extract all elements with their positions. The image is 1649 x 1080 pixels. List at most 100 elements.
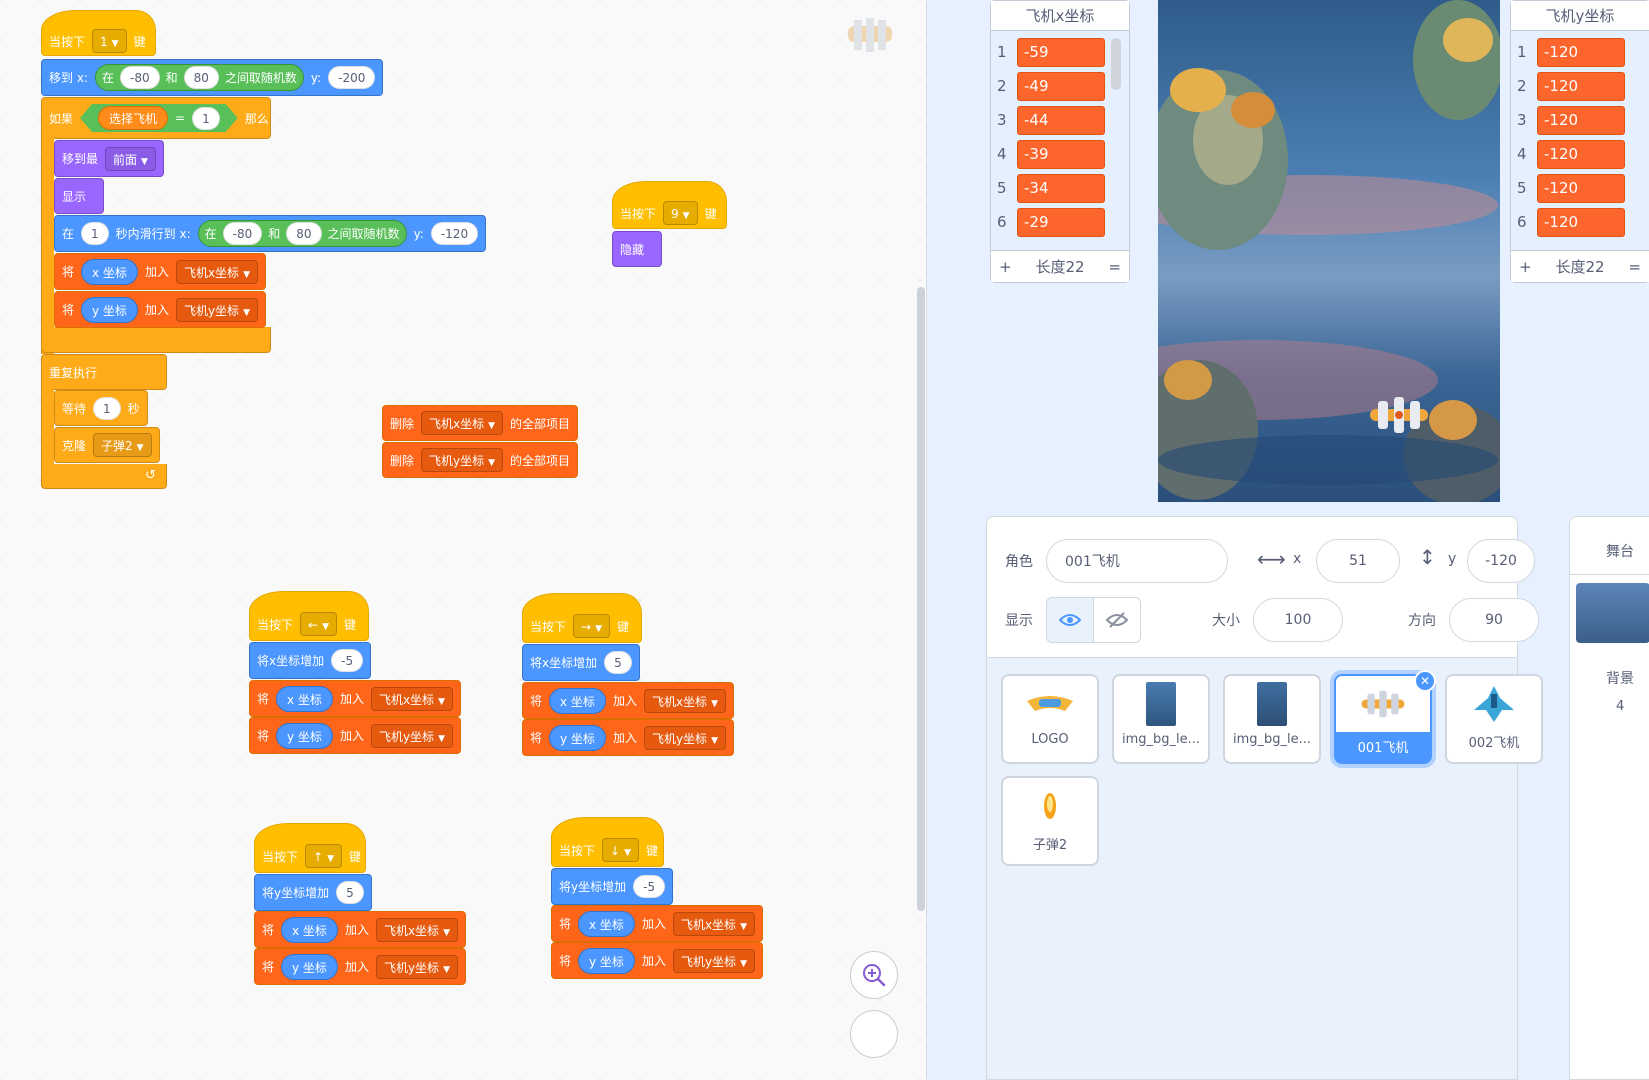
y-input[interactable]: -120 <box>1467 539 1535 583</box>
y-position-reporter[interactable]: y 坐标 <box>578 947 635 974</box>
add-to-list-block[interactable]: 将 y 坐标 加入 飞机y坐标 ▼ <box>522 719 734 756</box>
stage-canvas[interactable] <box>1158 0 1500 502</box>
list-dropdown[interactable]: 飞机y坐标 ▼ <box>370 723 453 748</box>
sprite-tile-plane-002[interactable]: 002飞机 <box>1445 674 1543 764</box>
row-value[interactable]: -49 <box>1017 71 1105 101</box>
stage-selector-panel[interactable]: 舞台 背景 4 <box>1569 516 1649 1080</box>
random-max-input[interactable]: 80 <box>183 66 219 89</box>
list-dropdown[interactable]: 飞机x坐标 ▼ <box>370 686 453 711</box>
sprite-name-input[interactable]: 001飞机 <box>1046 539 1228 583</box>
show-block[interactable]: 显示 <box>54 178 104 214</box>
list-dropdown[interactable]: 飞机y坐标 ▼ <box>421 448 504 472</box>
zoom-out-button[interactable] <box>850 1010 898 1058</box>
x-position-reporter[interactable]: x 坐标 <box>276 685 333 712</box>
row-value[interactable]: -59 <box>1017 37 1105 67</box>
list-scrollbar[interactable] <box>1111 38 1121 90</box>
random-min-input[interactable]: -80 <box>119 66 160 89</box>
add-to-list-block[interactable]: 将 y 坐标 加入 飞机y坐标 ▼ <box>254 948 466 985</box>
when-key-pressed-hat[interactable]: 当按下 → ▼ 键 <box>522 593 642 643</box>
add-item-button[interactable]: + <box>999 258 1012 276</box>
key-dropdown[interactable]: → ▼ <box>573 614 610 638</box>
delete-all-of-list-block[interactable]: 删除 飞机x坐标 ▼ 的全部项目 <box>382 405 579 441</box>
sprite-tile-bullet[interactable]: 子弹2 <box>1001 776 1099 866</box>
sprite-tile-bg1[interactable]: img_bg_le... <box>1112 674 1210 764</box>
add-to-list-block[interactable]: 将 x 坐标 加入 飞机x坐标 ▼ <box>249 680 461 717</box>
glide-seconds-input[interactable]: 1 <box>81 222 109 245</box>
change-value-input[interactable]: 5 <box>604 651 632 674</box>
direction-input[interactable]: 90 <box>1449 598 1539 642</box>
change-value-input[interactable]: -5 <box>331 649 364 672</box>
random-min-input[interactable]: -80 <box>222 222 263 245</box>
y-position-reporter[interactable]: y 坐标 <box>81 296 138 323</box>
when-key-pressed-hat[interactable]: 当按下 ← ▼ 键 <box>249 591 369 641</box>
key-dropdown[interactable]: ← ▼ <box>300 612 337 636</box>
key-dropdown[interactable]: 1 ▼ <box>92 29 127 53</box>
resize-handle[interactable]: = <box>1108 258 1121 276</box>
change-value-input[interactable]: -5 <box>633 875 666 898</box>
row-value[interactable]: -120 <box>1537 207 1625 237</box>
compare-value-input[interactable]: 1 <box>192 107 220 130</box>
sprite-tile-bg2[interactable]: img_bg_le... <box>1223 674 1321 764</box>
change-x-block[interactable]: 将x坐标增加 -5 <box>249 642 372 679</box>
list-monitor-y[interactable]: 飞机y坐标 1 -120 2 -120 3 -120 4 -120 5 -120 6 -12… <box>1510 0 1649 283</box>
equals-operator[interactable]: 选择飞机 = 1 <box>80 104 238 132</box>
y-input[interactable]: -120 <box>430 222 479 245</box>
change-y-block[interactable]: 将y坐标增加 -5 <box>551 868 674 905</box>
when-key-pressed-hat[interactable]: 当按下 ↑ ▼ 键 <box>254 823 366 873</box>
glide-to-xy-block[interactable]: 在 1 秒内滑行到 x: 在 -80 和 80 之间取随机数 y: -120 <box>54 215 487 252</box>
row-value[interactable]: -44 <box>1017 105 1105 135</box>
change-value-input[interactable]: 5 <box>336 881 364 904</box>
y-position-reporter[interactable]: y 坐标 <box>549 724 606 751</box>
key-dropdown[interactable]: ↓ ▼ <box>602 838 639 862</box>
change-y-block[interactable]: 将y坐标增加 5 <box>254 874 372 911</box>
go-to-front-block[interactable]: 移到最 前面 ▼ <box>54 140 164 177</box>
show-hidden-button[interactable] <box>1093 597 1141 643</box>
sprite-tile-plane-001[interactable]: 001飞机 ✕ <box>1334 670 1436 764</box>
sprite-tile-logo[interactable]: LOGO <box>1001 674 1099 764</box>
create-clone-block[interactable]: 克隆 子弹2 ▼ <box>54 427 160 463</box>
x-position-reporter[interactable]: x 坐标 <box>281 916 338 943</box>
when-key-pressed-hat[interactable]: 当按下 ↓ ▼ 键 <box>551 817 664 867</box>
delete-sprite-button[interactable]: ✕ <box>1414 670 1436 692</box>
key-dropdown[interactable]: ↑ ▼ <box>305 844 342 868</box>
row-value[interactable]: -34 <box>1017 173 1105 203</box>
go-to-xy-block[interactable]: 移到 x: 在 -80 和 80 之间取随机数 y: -200 <box>41 59 384 96</box>
list-dropdown[interactable]: 飞机x坐标 ▼ <box>672 911 755 936</box>
zoom-in-button[interactable] <box>850 951 898 999</box>
delete-all-of-list-block[interactable]: 删除 飞机y坐标 ▼ 的全部项目 <box>382 442 579 478</box>
row-value[interactable]: -120 <box>1537 71 1625 101</box>
add-item-button[interactable]: + <box>1519 258 1532 276</box>
size-input[interactable]: 100 <box>1253 598 1343 642</box>
list-dropdown[interactable]: 飞机x坐标 ▼ <box>643 688 726 713</box>
list-dropdown[interactable]: 飞机x坐标 ▼ <box>375 917 458 942</box>
wait-block[interactable]: 等待 1 秒 <box>54 390 148 426</box>
random-max-input[interactable]: 80 <box>286 222 322 245</box>
layer-dropdown[interactable]: 前面 ▼ <box>105 146 156 171</box>
x-position-reporter[interactable]: x 坐标 <box>578 910 635 937</box>
change-x-block[interactable]: 将x坐标增加 5 <box>522 644 640 681</box>
add-to-list-block[interactable]: 将 x 坐标 加入 飞机x坐标 ▼ <box>522 682 734 719</box>
forever-block[interactable]: 重复执行 <box>41 354 167 390</box>
add-to-list-block[interactable]: 将 x 坐标 加入 飞机x坐标 ▼ <box>551 905 763 942</box>
y-position-reporter[interactable]: y 坐标 <box>276 722 333 749</box>
list-dropdown[interactable]: 飞机y坐标 ▼ <box>672 948 755 973</box>
when-key-pressed-hat[interactable]: 当按下 9 ▼ 键 <box>612 181 727 229</box>
list-dropdown[interactable]: 飞机y坐标 ▼ <box>175 297 258 322</box>
row-value[interactable]: -120 <box>1537 139 1625 169</box>
x-position-reporter[interactable]: x 坐标 <box>549 687 606 714</box>
x-position-reporter[interactable]: x 坐标 <box>81 258 138 285</box>
add-to-list-block[interactable]: 将 x 坐标 加入 飞机x坐标 ▼ <box>254 911 466 948</box>
code-workspace[interactable]: 当按下 1 ▼ 键 移到 x: 在 -80 和 80 之间取随机数 y: -200… <box>0 0 975 1080</box>
row-value[interactable]: -120 <box>1537 37 1625 67</box>
y-input[interactable]: -200 <box>328 66 376 89</box>
list-dropdown[interactable]: 飞机x坐标 ▼ <box>175 259 258 284</box>
add-to-list-block[interactable]: 将 y 坐标 加入 飞机y坐标 ▼ <box>249 717 461 754</box>
list-dropdown[interactable]: 飞机y坐标 ▼ <box>375 954 458 979</box>
random-reporter[interactable]: 在 -80 和 80 之间取随机数 <box>197 220 407 247</box>
add-to-list-block[interactable]: 将 y 坐标 加入 飞机y坐标 ▼ <box>54 291 266 328</box>
add-to-list-block[interactable]: 将 x 坐标 加入 飞机x坐标 ▼ <box>54 253 266 290</box>
row-value[interactable]: -39 <box>1017 139 1105 169</box>
add-to-list-block[interactable]: 将 y 坐标 加入 飞机y坐标 ▼ <box>551 942 763 979</box>
list-monitor-x[interactable]: 飞机x坐标 1 -59 2 -49 3 -44 4 -39 5 -34 6 -29 + 长度… <box>990 0 1130 283</box>
row-value[interactable]: -120 <box>1537 173 1625 203</box>
